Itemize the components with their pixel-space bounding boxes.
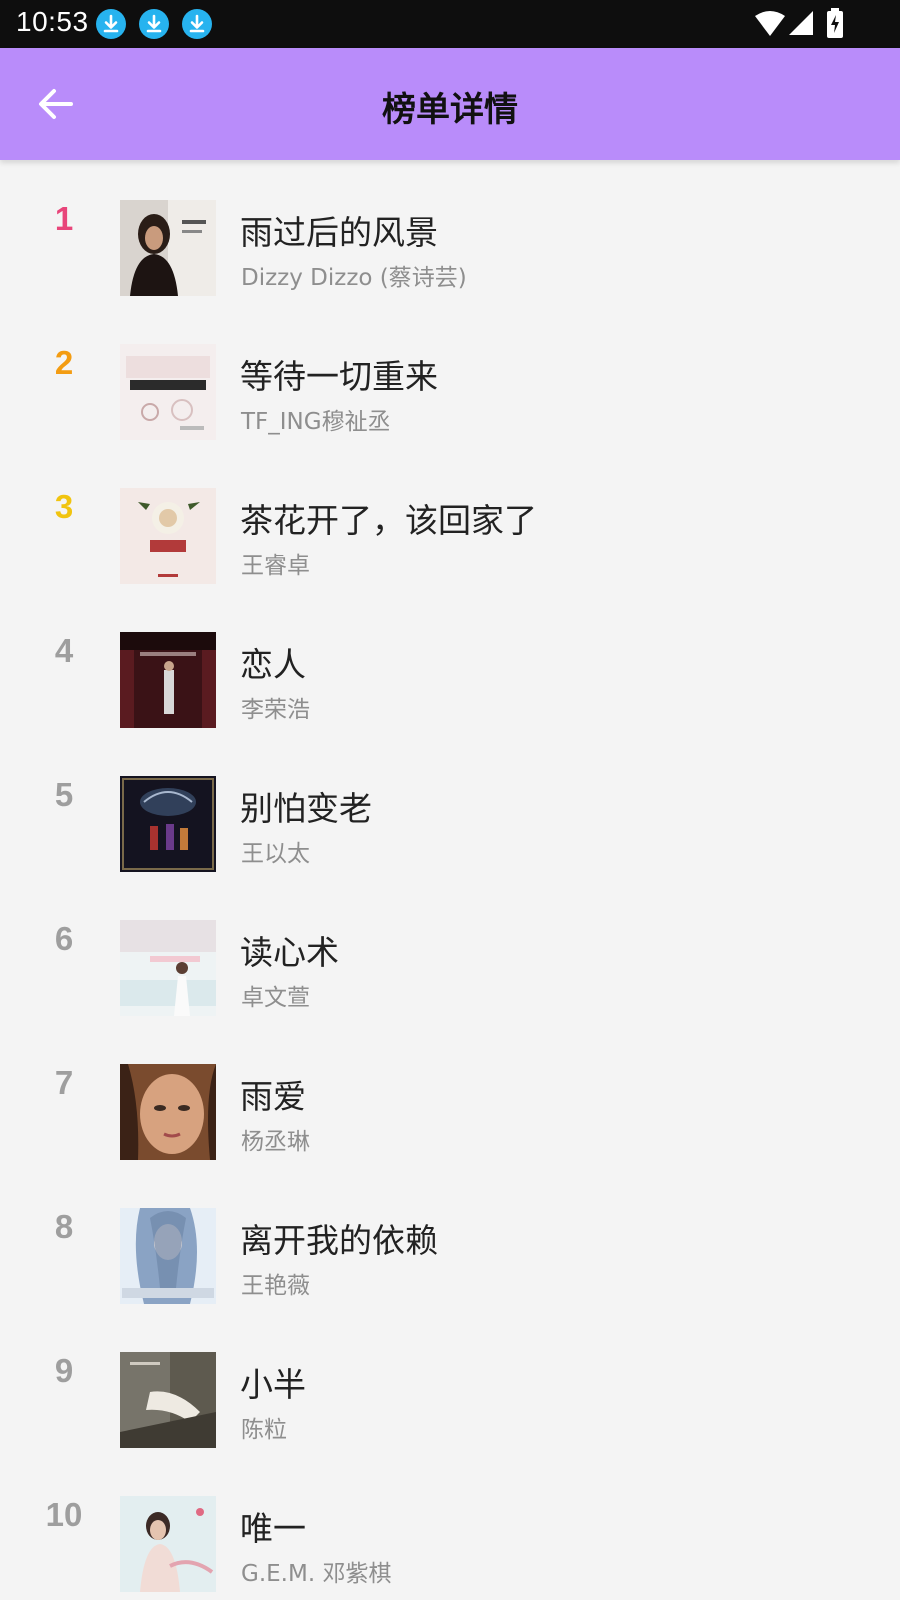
album-cover (120, 1352, 216, 1448)
song-list-item[interactable]: 9 小半 陈粒 (0, 1312, 900, 1456)
album-cover (120, 200, 216, 296)
album-cover (120, 1064, 216, 1160)
artist-name: 李荣浩 (241, 697, 310, 723)
song-list-item[interactable]: 10 唯一 G.E.M. 邓紫棋 (0, 1456, 900, 1600)
download-icon (182, 9, 212, 39)
album-cover (120, 488, 216, 584)
artist-name: Dizzy Dizzo (蔡诗芸) (241, 265, 467, 291)
rank-number: 2 (54, 344, 74, 381)
song-title: 唯一 (240, 1509, 306, 1548)
song-list-item[interactable]: 6 读心术 卓文萱 (0, 880, 900, 1024)
song-title: 等待一切重来 (240, 357, 438, 396)
artist-name: 陈粒 (241, 1417, 287, 1443)
album-cover (120, 1496, 216, 1592)
status-bar: 10:53 (0, 0, 900, 48)
artist-name: G.E.M. 邓紫棋 (241, 1561, 392, 1587)
rank-number: 7 (54, 1064, 74, 1101)
song-list-item[interactable]: 5 别怕变老 王以太 (0, 736, 900, 880)
album-cover (120, 920, 216, 1016)
artist-name: 王以太 (241, 841, 310, 867)
download-icon (139, 9, 169, 39)
song-title: 雨爱 (240, 1077, 306, 1116)
rank-number: 9 (54, 1352, 74, 1389)
status-time: 10:53 (16, 6, 89, 37)
rank-number: 8 (54, 1208, 74, 1245)
rank-number: 10 (45, 1496, 83, 1533)
song-list-item[interactable]: 7 雨爱 杨丞琳 (0, 1024, 900, 1168)
artist-name: 卓文萱 (241, 985, 310, 1011)
song-title: 恋人 (240, 645, 306, 684)
song-title: 读心术 (240, 933, 339, 972)
album-cover (120, 1208, 216, 1304)
wifi-icon (754, 10, 786, 42)
song-list-item[interactable]: 4 恋人 李荣浩 (0, 592, 900, 736)
artist-name: 王艳薇 (241, 1273, 310, 1299)
artist-name: 王睿卓 (241, 553, 310, 579)
album-cover (120, 344, 216, 440)
page-title: 榜单详情 (382, 90, 518, 130)
song-list-item[interactable]: 1 雨过后的风景 Dizzy Dizzo (蔡诗芸) (0, 160, 900, 304)
song-list-item[interactable]: 8 离开我的依赖 王艳薇 (0, 1168, 900, 1312)
song-title: 雨过后的风景 (240, 213, 438, 252)
album-cover (120, 632, 216, 728)
cell-signal-icon (788, 10, 814, 40)
song-list-item[interactable]: 3 茶花开了，该回家了 王睿卓 (0, 448, 900, 592)
rank-number: 5 (54, 776, 74, 813)
album-cover (120, 776, 216, 872)
artist-name: TF_ING穆祉丞 (241, 409, 391, 435)
song-title: 离开我的依赖 (240, 1221, 438, 1260)
app-bar: 榜单详情 (0, 48, 900, 160)
rank-number: 4 (54, 632, 74, 669)
chart-song-list: 1 雨过后的风景 Dizzy Dizzo (蔡诗芸) 2 等待一切重来 TF_I… (0, 160, 900, 1600)
battery-charging-icon (826, 8, 844, 42)
rank-number: 3 (54, 488, 74, 525)
download-icon (96, 9, 126, 39)
artist-name: 杨丞琳 (241, 1129, 310, 1155)
song-title: 茶花开了，该回家了 (240, 501, 537, 540)
rank-number: 6 (54, 920, 74, 957)
rank-number: 1 (54, 200, 74, 237)
song-list-item[interactable]: 2 等待一切重来 TF_ING穆祉丞 (0, 304, 900, 448)
song-title: 别怕变老 (240, 789, 372, 828)
song-title: 小半 (240, 1365, 306, 1404)
